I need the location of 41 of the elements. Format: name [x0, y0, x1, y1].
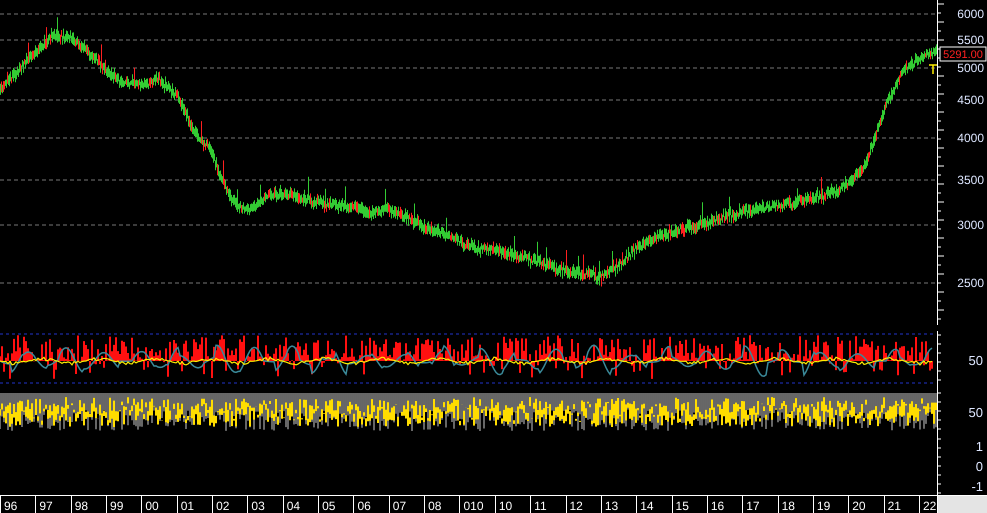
year-label: 15: [672, 496, 707, 513]
axis-label: -1: [971, 479, 983, 494]
axis-label: 50: [968, 405, 983, 420]
axis-label: 5000: [957, 61, 984, 75]
year-label: 00: [141, 496, 177, 513]
year-label: 04: [282, 496, 318, 513]
axis-label: 2500: [957, 276, 984, 290]
year-label: 99: [106, 496, 142, 513]
price-tag: 5291.00: [940, 46, 986, 62]
year-label: 05: [318, 496, 354, 513]
axis-label: 4500: [957, 93, 984, 107]
year-label: 10: [494, 496, 530, 513]
year-label: 96: [0, 496, 36, 513]
marker-icon: [928, 64, 937, 75]
year-label: 010: [459, 496, 495, 513]
year-label: 20: [848, 496, 884, 513]
year-label: 07: [388, 496, 424, 513]
year-label: 98: [70, 496, 106, 513]
year-label: 02: [212, 496, 248, 513]
year-label: 21: [884, 496, 919, 513]
axis-label: 5500: [957, 33, 984, 47]
year-label: 97: [35, 496, 71, 513]
year-label: 18: [778, 496, 813, 513]
year-label: 13: [600, 496, 636, 513]
axis-label: 50: [968, 353, 983, 368]
year-label: 01: [176, 496, 212, 513]
year-label: 03: [247, 496, 283, 513]
year-label: 19: [812, 496, 848, 513]
year-label: 08: [424, 496, 460, 513]
year-label: 12: [566, 496, 601, 513]
year-label: 11: [530, 496, 566, 513]
year-label: 14: [636, 496, 672, 513]
axis-label: 6000: [957, 7, 984, 21]
axis-label: 4000: [957, 131, 984, 145]
axis-label: 1: [976, 439, 983, 454]
axis-label: 3000: [957, 218, 984, 232]
year-label: 06: [353, 496, 389, 513]
axis-label: 0: [976, 459, 983, 474]
year-label: 16: [706, 496, 742, 513]
year-label: 17: [742, 496, 778, 513]
axis-label: 3500: [957, 173, 984, 187]
